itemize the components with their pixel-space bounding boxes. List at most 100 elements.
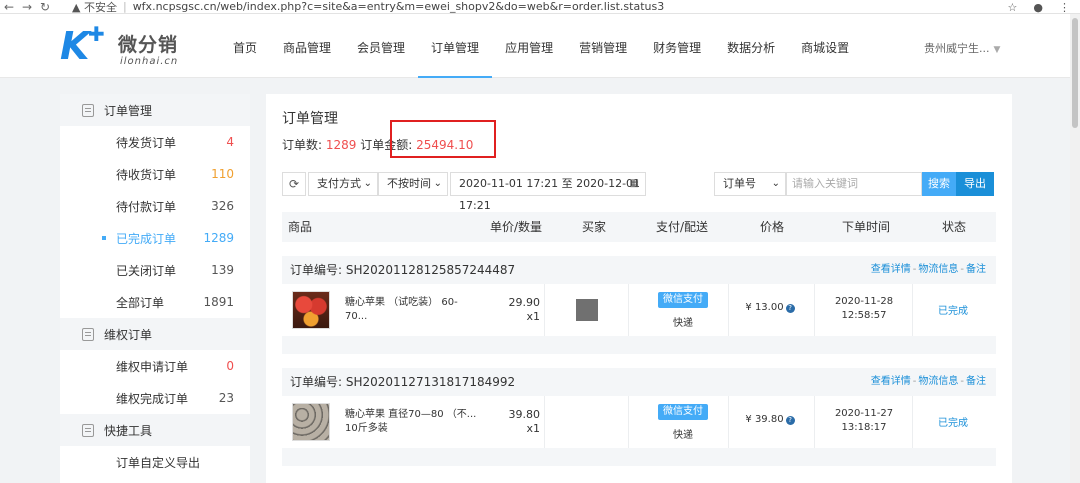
menu-marketing[interactable]: 营销管理 (566, 14, 640, 78)
export-button[interactable]: 导出 (956, 172, 994, 196)
table-row[interactable]: 糖心苹果 （试吃装） 60-70... 29.90 x1 微信支付 快递 ¥ 1… (282, 284, 996, 336)
sidebar-group-title: 快捷工具 (104, 423, 153, 438)
sidebar-item-count: 110 (211, 167, 234, 181)
date-range-input[interactable]: 2020-11-01 17:21 至 2020-12-01 17:21 ▦ (450, 172, 646, 212)
order-clock: 13:18:17 (841, 422, 887, 433)
sidebar-item-dispute-requests[interactable]: 维权申请订单 0 (60, 350, 250, 382)
tools-icon (82, 423, 94, 437)
link-separator: - (912, 264, 917, 275)
divider (728, 284, 729, 336)
product-image[interactable] (292, 291, 330, 329)
product-name[interactable]: 糖心苹果 直径70—80 （不... 10斤多装 (345, 408, 479, 436)
column-header: 单价/数量 (490, 220, 543, 234)
page-scrollbar[interactable] (1070, 14, 1080, 483)
order-number: 订单编号: SH20201128125857244487 (290, 263, 516, 277)
sidebar-item-label: 已完成订单 (116, 231, 177, 246)
sidebar-item-custom-export[interactable]: 订单自定义导出 (60, 446, 250, 478)
sidebar-item-label: 待付款订单 (116, 199, 177, 214)
quantity: x1 (526, 422, 540, 435)
forward-icon[interactable]: → (18, 0, 36, 13)
sidebar-item-closed[interactable]: 已关闭订单 139 (60, 254, 250, 286)
chevron-down-icon: ▼ (993, 45, 1001, 55)
product-name[interactable]: 糖心苹果 （试吃装） 60-70... (345, 296, 479, 324)
menu-settings[interactable]: 商城设置 (788, 14, 862, 78)
shop-switcher[interactable]: 贵州威宁生... ▼ (924, 40, 1000, 56)
search-button[interactable]: 搜索 (922, 172, 956, 196)
annotation-highlight-box (390, 120, 496, 158)
product-image[interactable] (292, 403, 330, 441)
order-card: 订单编号: SH20201127131817184992 查看详情 - 物流信息 - 备… (282, 368, 996, 466)
security-label[interactable]: ▲ 不安全 (72, 0, 117, 14)
order-price-value: ¥ 13.00 (745, 302, 784, 313)
buyer-avatar[interactable] (576, 299, 598, 321)
shipping-method: 快递 (673, 430, 693, 441)
sidebar-item-count: 23 (218, 391, 234, 405)
menu-orders[interactable]: 订单管理 (418, 14, 493, 78)
menu-home[interactable]: 首页 (220, 14, 270, 78)
menu-members[interactable]: 会员管理 (344, 14, 418, 78)
order-price-value: ¥ 39.80 (745, 414, 784, 425)
order-time: 2020-11-28 12:58:57 (830, 295, 898, 323)
table-header: 商品 单价/数量 买家 支付/配送 价格 下单时间 状态 (282, 212, 996, 242)
logo[interactable]: K ✚ 微分销 ilonhai.cn (60, 22, 190, 70)
shop-name: 贵州威宁生... (924, 42, 990, 55)
back-icon[interactable]: ← (0, 0, 18, 13)
view-detail-link[interactable]: 查看详情 (871, 376, 911, 387)
help-icon[interactable]: ? (785, 304, 795, 313)
status-link[interactable]: 已完成 (928, 414, 978, 429)
chevron-down-icon: ⌄ (771, 178, 780, 189)
sidebar-item-to-receive[interactable]: 待收货订单 110 (60, 158, 250, 190)
menu-products[interactable]: 商品管理 (270, 14, 344, 78)
sidebar-item-count: 1289 (203, 231, 234, 245)
column-header: 买家 (582, 220, 607, 234)
sidebar-item-all[interactable]: 全部订单 1891 (60, 286, 250, 318)
address-bar[interactable]: wfx.ncpsgsc.cn/web/index.php?c=site&a=en… (133, 0, 665, 13)
more-icon[interactable]: ⋮ (1059, 1, 1070, 14)
logistics-link[interactable]: 物流信息 (918, 264, 958, 275)
reload-icon[interactable]: ↻ (36, 0, 54, 13)
logo-domain: ilonhai.cn (120, 56, 179, 67)
sidebar-item-dispute-done[interactable]: 维权完成订单 23 (60, 382, 250, 414)
account-icon[interactable]: ● (1033, 1, 1043, 14)
order-price: ¥ 39.80? (730, 414, 810, 425)
search-field-select[interactable]: 订单号 ⌄ (714, 172, 786, 196)
view-detail-link[interactable]: 查看详情 (871, 264, 911, 275)
divider (912, 284, 913, 336)
top-navigation: K ✚ 微分销 ilonhai.cn 首页 商品管理 会员管理 订单管理 应用管… (0, 14, 1080, 78)
order-count-label: 订单数: (282, 138, 323, 152)
sidebar-item-to-pay[interactable]: 待付款订单 326 (60, 190, 250, 222)
star-icon[interactable]: ☆ (1008, 1, 1018, 14)
unit-price-qty: 39.80 x1 (488, 408, 541, 436)
scrollbar-thumb[interactable] (1072, 18, 1078, 128)
help-icon[interactable]: ? (785, 416, 795, 425)
menu-finance[interactable]: 财务管理 (640, 14, 714, 78)
menu-apps[interactable]: 应用管理 (492, 14, 566, 78)
status-link[interactable]: 已完成 (928, 302, 978, 317)
sidebar-item-completed[interactable]: 已完成订单 1289 (60, 222, 250, 254)
order-list-icon (82, 103, 94, 117)
remark-link[interactable]: 备注 (966, 376, 986, 387)
pay-method-select[interactable]: 支付方式 ⌄ (308, 172, 378, 196)
logo-plus-icon: ✚ (88, 22, 105, 46)
menu-analytics[interactable]: 数据分析 (714, 14, 788, 78)
sidebar-item-to-ship[interactable]: 待发货订单 4 (60, 126, 250, 158)
remark-link[interactable]: 备注 (966, 264, 986, 275)
link-separator: - (960, 376, 964, 387)
unit-price-qty: 29.90 x1 (488, 296, 541, 324)
sidebar-item-label: 全部订单 (116, 295, 165, 310)
divider (814, 284, 815, 336)
pay-method-value: 支付方式 (317, 177, 361, 190)
order-date: 2020-11-27 (834, 408, 894, 419)
page-title: 订单管理 (282, 111, 338, 127)
keyword-input[interactable]: 请输入关键词 (786, 172, 922, 196)
logo-name: 微分销 (118, 34, 179, 56)
sidebar-item-count: 1891 (203, 295, 234, 309)
logistics-link[interactable]: 物流信息 (918, 376, 958, 387)
order-count-value: 1289 (325, 138, 357, 152)
divider (628, 396, 629, 448)
date-range-value: 2020-11-01 17:21 至 2020-12-01 17:21 (459, 177, 641, 212)
refresh-button[interactable]: ⟳ (282, 172, 306, 196)
time-type-select[interactable]: 不按时间 ⌄ (378, 172, 448, 196)
divider (628, 284, 629, 336)
table-row[interactable]: 糖心苹果 直径70—80 （不... 10斤多装 39.80 x1 微信支付 快… (282, 396, 996, 448)
